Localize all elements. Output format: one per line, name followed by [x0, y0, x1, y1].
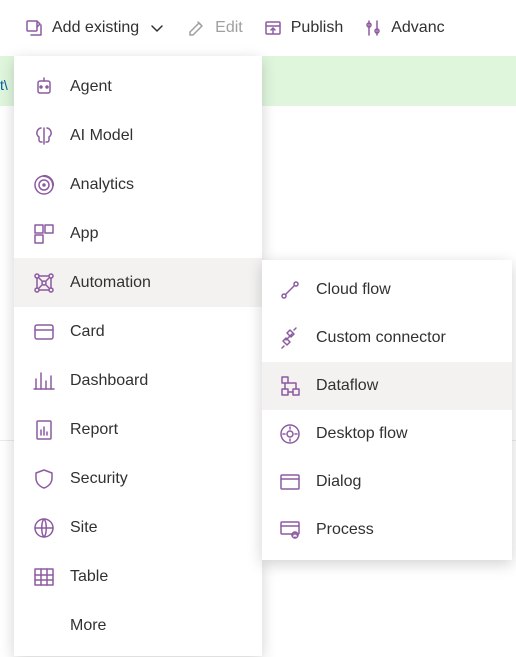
submenu-item-cloud-flow[interactable]: Cloud flow	[262, 266, 512, 314]
report-icon	[32, 418, 56, 442]
menu-item-label: Analytics	[70, 176, 232, 194]
menu-item-card[interactable]: Card	[14, 307, 262, 356]
submenu-item-custom-connector[interactable]: Custom connector	[262, 314, 512, 362]
table-icon	[32, 565, 56, 589]
site-icon	[32, 516, 56, 540]
chevron-down-icon	[147, 18, 167, 38]
menu-item-label: More	[70, 617, 232, 635]
menu-item-site[interactable]: Site	[14, 503, 262, 552]
agent-icon	[32, 75, 56, 99]
submenu-item-process[interactable]: Process	[262, 506, 512, 554]
breadcrumb-fragment: t\	[0, 66, 14, 104]
menu-item-analytics[interactable]: Analytics	[14, 160, 262, 209]
chevron-right-icon	[232, 177, 248, 193]
add-existing-menu: Agent AI Model Analytics App Automati	[14, 56, 262, 656]
edit-label: Edit	[215, 19, 243, 37]
menu-item-table[interactable]: Table	[14, 552, 262, 601]
edit-button[interactable]: Edit	[181, 12, 249, 44]
menu-item-security[interactable]: Security	[14, 454, 262, 503]
submenu-item-label: Process	[316, 521, 374, 539]
menu-item-label: Dashboard	[70, 372, 248, 390]
submenu-item-dataflow[interactable]: Dataflow	[262, 362, 512, 410]
submenu-item-desktop-flow[interactable]: Desktop flow	[262, 410, 512, 458]
menu-item-label: AI Model	[70, 127, 248, 145]
submenu-item-dialog[interactable]: Dialog	[262, 458, 512, 506]
shield-icon	[32, 467, 56, 491]
process-icon	[278, 518, 302, 542]
menu-item-label: Agent	[70, 78, 232, 96]
menu-item-label: Security	[70, 470, 232, 488]
sliders-icon	[363, 18, 383, 38]
menu-item-more[interactable]: More	[14, 601, 262, 650]
menu-item-label: App	[70, 225, 232, 243]
automation-icon	[32, 271, 56, 295]
advanced-button[interactable]: Advanc	[357, 12, 450, 44]
add-existing-label: Add existing	[52, 19, 139, 37]
menu-item-label: Card	[70, 323, 248, 341]
menu-item-label: Site	[70, 519, 248, 537]
menu-item-app[interactable]: App	[14, 209, 262, 258]
edit-icon	[187, 18, 207, 38]
submenu-item-label: Desktop flow	[316, 425, 408, 443]
chevron-right-icon	[232, 275, 248, 291]
menu-item-label: Automation	[70, 274, 232, 292]
menu-item-automation[interactable]: Automation	[14, 258, 262, 307]
chevron-right-icon	[232, 471, 248, 487]
connector-icon	[278, 326, 302, 350]
publish-button[interactable]: Publish	[257, 12, 349, 44]
submenu-item-label: Dialog	[316, 473, 361, 491]
menu-item-ai-model[interactable]: AI Model	[14, 111, 262, 160]
cloud-flow-icon	[278, 278, 302, 302]
ai-model-icon	[32, 124, 56, 148]
dialog-icon	[278, 470, 302, 494]
advanced-label: Advanc	[391, 19, 444, 37]
dashboard-icon	[32, 369, 56, 393]
add-existing-button[interactable]: Add existing	[18, 12, 173, 44]
automation-submenu: Cloud flow Custom connector Dataflow Des…	[262, 260, 512, 560]
menu-item-dashboard[interactable]: Dashboard	[14, 356, 262, 405]
menu-item-label: Table	[70, 568, 248, 586]
submenu-item-label: Cloud flow	[316, 281, 391, 299]
dataflow-icon	[278, 374, 302, 398]
menu-item-label: Report	[70, 421, 248, 439]
chevron-right-icon	[232, 226, 248, 242]
publish-label: Publish	[291, 19, 343, 37]
command-bar: Add existing Edit Publish Advanc	[0, 0, 516, 56]
card-icon	[32, 320, 56, 344]
chevron-right-icon	[232, 618, 248, 634]
desktop-flow-icon	[278, 422, 302, 446]
menu-item-report[interactable]: Report	[14, 405, 262, 454]
submenu-item-label: Custom connector	[316, 329, 446, 347]
chevron-right-icon	[232, 79, 248, 95]
submenu-item-label: Dataflow	[316, 377, 378, 395]
add-existing-icon	[24, 18, 44, 38]
menu-item-agent[interactable]: Agent	[14, 62, 262, 111]
app-icon	[32, 222, 56, 246]
analytics-icon	[32, 173, 56, 197]
publish-icon	[263, 18, 283, 38]
